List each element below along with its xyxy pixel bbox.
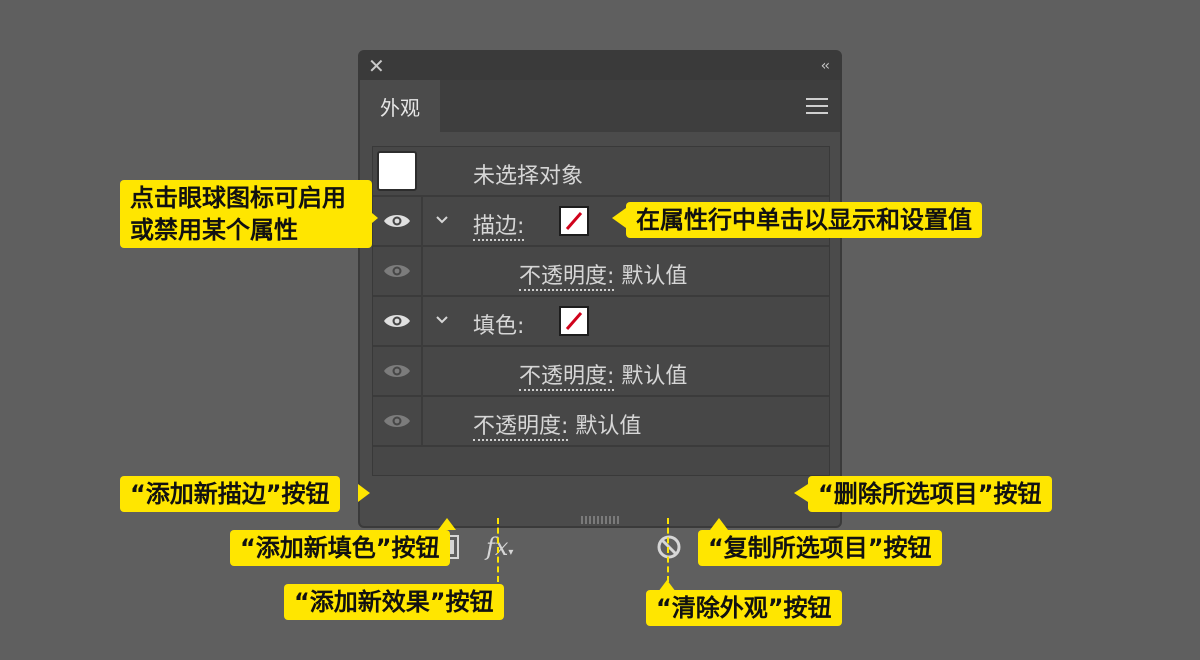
- panel-tabbar: 外观: [360, 80, 840, 132]
- opacity-value: 默认值: [621, 364, 688, 389]
- appearance-panel: ✕ ‹‹ 外观 未选择对象 描边: 不透明度: 默认值 填色: 不透明度: 默认…: [358, 50, 842, 560]
- callout-arrow: [438, 518, 456, 530]
- fill-label[interactable]: 填色:: [473, 308, 524, 340]
- chevron-down-icon[interactable]: [435, 313, 449, 327]
- opacity-label[interactable]: 不透明度: 默认值: [473, 408, 642, 441]
- callout-leader-line: [497, 518, 499, 582]
- opacity-label[interactable]: 不透明度: 默认值: [519, 358, 688, 391]
- tab-appearance[interactable]: 外观: [360, 80, 440, 132]
- callout-arrow: [658, 580, 676, 592]
- callout-arrow: [358, 484, 370, 502]
- stroke-opacity-row[interactable]: 不透明度: 默认值: [373, 247, 829, 297]
- visibility-eye-icon[interactable]: [383, 363, 411, 379]
- callout-arrow: [612, 208, 626, 228]
- callout-property-row: 在属性行中单击以显示和设置值: [626, 202, 982, 238]
- fill-opacity-row[interactable]: 不透明度: 默认值: [373, 347, 829, 397]
- object-opacity-row[interactable]: 不透明度: 默认值: [373, 397, 829, 447]
- object-thumbnail: [377, 151, 417, 191]
- callout-delete-item: “删除所选项目”按钮: [808, 476, 1052, 512]
- opacity-label[interactable]: 不透明度: 默认值: [519, 258, 688, 291]
- stroke-label[interactable]: 描边:: [473, 208, 525, 241]
- none-swatch-icon: [565, 212, 583, 230]
- callout-add-fill: “添加新填色”按钮: [230, 530, 450, 566]
- callout-eye: 点击眼球图标可启用或禁用某个属性: [120, 180, 372, 248]
- panel-menu-icon[interactable]: [806, 98, 828, 114]
- callout-clear-appearance: “清除外观”按钮: [646, 590, 842, 626]
- clear-appearance-icon[interactable]: [656, 534, 682, 560]
- callout-add-stroke: “添加新描边”按钮: [120, 476, 340, 512]
- chevron-down-icon[interactable]: [435, 213, 449, 227]
- fill-swatch[interactable]: [559, 306, 589, 336]
- none-swatch-icon: [565, 312, 583, 330]
- visibility-eye-icon[interactable]: [383, 313, 411, 329]
- opacity-value: 默认值: [575, 414, 642, 439]
- stroke-swatch[interactable]: [559, 206, 589, 236]
- attribute-list: 未选择对象 描边: 不透明度: 默认值 填色: 不透明度: 默认值 不透明度: …: [372, 146, 830, 476]
- object-row[interactable]: 未选择对象: [373, 147, 829, 197]
- fill-row[interactable]: 填色:: [373, 297, 829, 347]
- callout-arrow: [710, 518, 728, 530]
- object-label: 未选择对象: [473, 164, 584, 189]
- collapse-icon[interactable]: ‹‹: [821, 56, 830, 76]
- opacity-value: 默认值: [621, 264, 688, 289]
- visibility-eye-icon[interactable]: [383, 263, 411, 279]
- resize-grip-icon[interactable]: [580, 516, 622, 524]
- callout-arrow: [794, 484, 808, 502]
- callout-leader-line: [667, 518, 669, 582]
- callout-add-effect: “添加新效果”按钮: [284, 584, 504, 620]
- add-effect-icon[interactable]: fx▾: [486, 534, 513, 560]
- callout-duplicate-item: “复制所选项目”按钮: [698, 530, 942, 566]
- callout-arrow: [366, 208, 378, 228]
- panel-titlebar: ✕ ‹‹: [360, 52, 840, 80]
- close-icon[interactable]: ✕: [368, 54, 385, 78]
- visibility-eye-icon[interactable]: [383, 413, 411, 429]
- visibility-eye-icon[interactable]: [383, 213, 411, 229]
